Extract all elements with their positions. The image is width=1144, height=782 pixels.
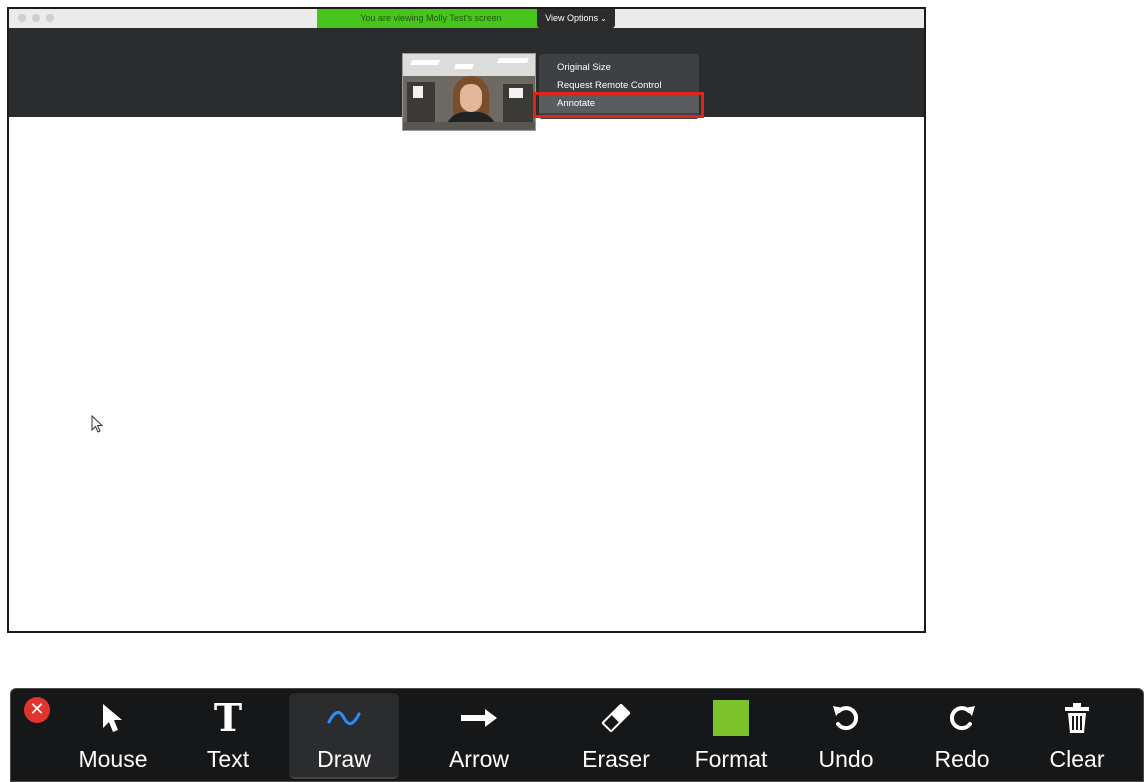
redo-icon — [907, 699, 1017, 737]
maximize-window-dot-icon[interactable] — [46, 14, 54, 22]
tool-clear[interactable]: Clear — [1022, 689, 1132, 781]
color-swatch-icon — [713, 700, 749, 736]
tool-arrow-label: Arrow — [448, 746, 510, 772]
tool-redo[interactable]: Redo — [907, 689, 1017, 781]
close-window-dot-icon[interactable] — [18, 14, 26, 22]
viewing-banner: You are viewing Molly Test's screen — [317, 9, 545, 28]
menu-item-original-size[interactable]: Original Size — [539, 59, 699, 77]
tool-eraser-label: Eraser — [582, 746, 650, 772]
chevron-down-icon: ⌄ — [600, 14, 607, 23]
minimize-window-dot-icon[interactable] — [32, 14, 40, 22]
tool-mouse-label: Mouse — [78, 746, 148, 772]
tool-redo-label: Redo — [934, 746, 990, 772]
tool-text-label: Text — [206, 746, 250, 772]
close-toolbar-button[interactable]: ✕ — [24, 697, 50, 723]
tool-draw-label: Draw — [317, 746, 371, 772]
tool-text[interactable]: T Text — [173, 689, 283, 781]
tool-eraser[interactable]: Eraser — [561, 689, 671, 781]
tool-undo[interactable]: Undo — [791, 689, 901, 781]
trash-icon — [1022, 699, 1132, 737]
cursor-arrow-icon — [58, 699, 168, 737]
text-icon: T — [213, 695, 243, 740]
tool-mouse[interactable]: Mouse — [58, 689, 168, 781]
view-options-label: View Options — [545, 13, 599, 23]
tool-format-label: Format — [694, 746, 768, 772]
right-arrow-icon — [424, 699, 534, 737]
shared-screen-window: You are viewing Molly Test's screen View… — [7, 7, 926, 633]
video-strip: Original Size Request Remote Control Ann… — [9, 28, 924, 131]
undo-icon — [791, 699, 901, 737]
squiggle-icon — [289, 699, 399, 737]
window-titlebar: You are viewing Molly Test's screen View… — [9, 9, 924, 29]
tool-draw[interactable]: Draw — [289, 693, 399, 779]
annotate-highlight-box — [533, 92, 704, 118]
tool-undo-label: Undo — [818, 746, 874, 772]
mouse-cursor-icon — [91, 415, 104, 433]
view-options-button[interactable]: View Options ⌄ — [537, 9, 615, 28]
eraser-icon — [561, 699, 671, 737]
tool-arrow[interactable]: Arrow — [424, 689, 534, 781]
tool-clear-label: Clear — [1049, 746, 1105, 772]
annotation-toolbar: ✕ Mouse T Text Draw Arrow Eraser Format … — [10, 688, 1144, 782]
tool-format[interactable]: Format — [676, 689, 786, 781]
participant-video-thumbnail[interactable] — [402, 53, 536, 131]
